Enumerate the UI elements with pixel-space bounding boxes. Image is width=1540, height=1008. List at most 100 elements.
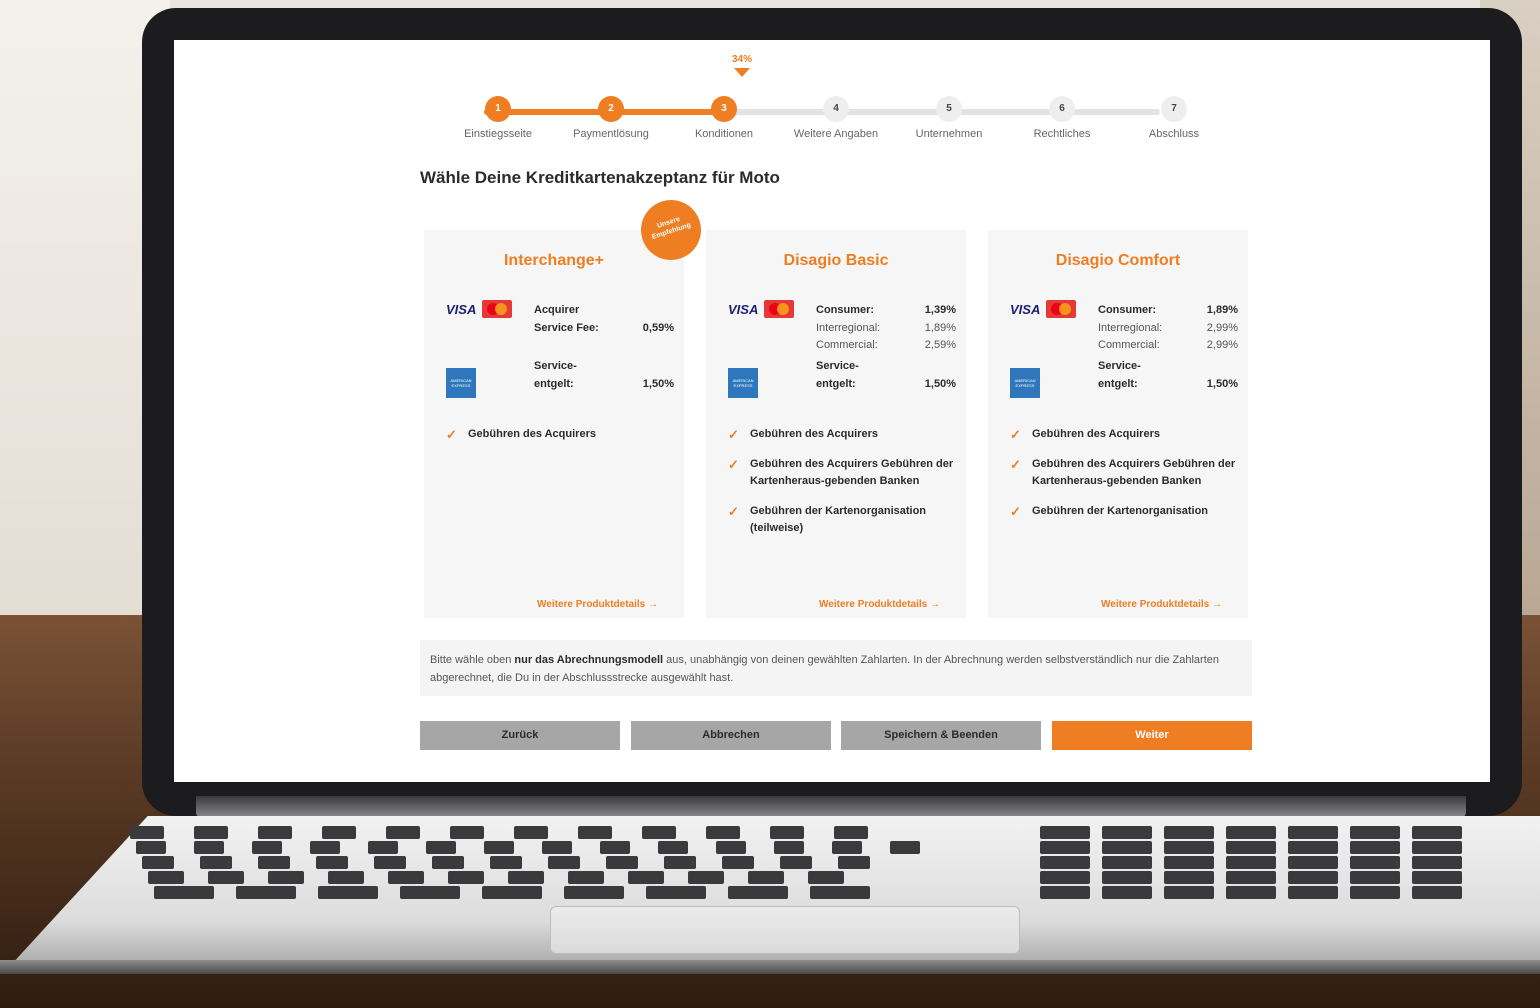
step-dot: 7 — [1161, 96, 1187, 122]
keyboard-key — [1288, 841, 1338, 854]
plan-card-interchange[interactable]: Unsere Empfehlung Interchange+ VISA Acqu… — [424, 192, 709, 618]
keyboard-key — [482, 886, 542, 899]
keyboard-key — [1102, 856, 1152, 869]
keyboard-key — [514, 826, 548, 839]
card-title: Disagio Basic — [783, 252, 889, 269]
step-6[interactable]: 6 Rechtliches — [1007, 96, 1117, 140]
fee-label: Consumer: — [816, 304, 875, 316]
fee-label: Service Fee: — [534, 321, 599, 334]
step-4[interactable]: 4 Weitere Angaben — [781, 96, 891, 140]
laptop-base-edge — [0, 960, 1540, 974]
fee-label: Service- — [534, 360, 577, 372]
check-icon: ✓ — [1010, 503, 1021, 519]
fee-label: Commercial: — [1098, 339, 1160, 351]
cancel-button[interactable]: Abbrechen — [631, 721, 831, 750]
feature-text: Gebühren des Acquirers — [750, 428, 878, 440]
keyboard-key — [1412, 841, 1462, 854]
save-and-exit-button[interactable]: Speichern & Beenden — [841, 721, 1041, 750]
mastercard-logo-icon — [764, 300, 794, 318]
keyboard-key — [1226, 841, 1276, 854]
keyboard — [130, 826, 1020, 902]
keyboard-key — [658, 841, 688, 854]
amex-logo-icon: AMERICAN EXPRESS — [1010, 368, 1040, 398]
step-1[interactable]: 1 Einstiegsseite — [443, 96, 553, 140]
keyboard-key — [328, 871, 364, 884]
mastercard-logo-icon — [482, 300, 512, 318]
keyboard-key — [1350, 886, 1400, 899]
keyboard-key — [130, 826, 164, 839]
step-dot: 4 — [823, 96, 849, 122]
keyboard-key — [890, 841, 920, 854]
keyboard-key — [1164, 886, 1214, 899]
keyboard-key — [1102, 886, 1152, 899]
fee-label: Commercial: — [816, 339, 878, 351]
feature-item: ✓ Gebühren der Kartenorganisation (teilwe… — [728, 503, 958, 538]
keyboard-key — [1412, 856, 1462, 869]
check-icon: ✓ — [728, 456, 739, 472]
keyboard-key — [642, 826, 676, 839]
visa-logo-icon: VISA — [728, 302, 759, 317]
keyboard-key — [606, 856, 638, 869]
keyboard-key — [716, 841, 746, 854]
keyboard-key — [400, 886, 460, 899]
next-button[interactable]: Weiter — [1052, 721, 1252, 750]
keyboard-key — [688, 871, 724, 884]
laptop-hinge — [196, 796, 1466, 818]
feature-list: ✓ Gebühren des Acquirers ✓ Gebühren des Ac… — [728, 426, 958, 550]
plan-card-disagio-comfort[interactable]: Disagio Comfort VISA Consumer: 1,89% Inte… — [988, 230, 1248, 618]
product-details-link[interactable]: Weitere Produktdetails → — [819, 599, 940, 610]
keyboard-key — [1226, 886, 1276, 899]
check-icon: ✓ — [1010, 456, 1021, 472]
feature-item: ✓ Gebühren des Acquirers Gebühren der Kar… — [728, 456, 958, 491]
fee-label: Service- — [1098, 360, 1141, 372]
feature-list: ✓ Gebühren des Acquirers — [446, 426, 676, 456]
keyboard-key — [564, 886, 624, 899]
back-button[interactable]: Zurück — [420, 721, 620, 750]
keyboard-key — [448, 871, 484, 884]
numpad — [1040, 826, 1480, 902]
keyboard-key — [208, 871, 244, 884]
step-5[interactable]: 5 Unternehmen — [894, 96, 1004, 140]
keyboard-key — [1412, 886, 1462, 899]
step-3[interactable]: 3 Konditionen — [669, 96, 779, 140]
keyboard-key — [1350, 826, 1400, 839]
step-dot: 2 — [598, 96, 624, 122]
card-title: Interchange+ — [503, 252, 605, 269]
keyboard-key — [194, 826, 228, 839]
fee-label: Acquirer — [534, 304, 580, 316]
fee-label: entgelt: — [1098, 377, 1138, 390]
plan-card-disagio-basic[interactable]: Disagio Basic VISA Consumer: 1,39% Interr… — [706, 230, 966, 618]
card-fees: Consumer: 1,39% Interregional: 1,89% Comme… — [816, 302, 956, 355]
keyboard-key — [426, 841, 456, 854]
keyboard-key — [1412, 826, 1462, 839]
check-icon: ✓ — [728, 427, 739, 442]
feature-text: Gebühren der Kartenorganisation (teilwei… — [750, 504, 927, 535]
product-details-link[interactable]: Weitere Produktdetails → — [537, 599, 658, 610]
keyboard-key — [728, 886, 788, 899]
keyboard-key — [142, 856, 174, 869]
keyboard-key — [1288, 856, 1338, 869]
keyboard-key — [490, 856, 522, 869]
visa-logo-icon: VISA — [1010, 302, 1041, 317]
keyboard-key — [548, 856, 580, 869]
step-2[interactable]: 2 Paymentlösung — [556, 96, 666, 140]
product-details-link[interactable]: Weitere Produktdetails → — [1101, 599, 1222, 610]
page-title: Wähle Deine Kreditkartenakzeptanz für Mo… — [420, 168, 780, 187]
fee-value: 2,59% — [924, 339, 956, 351]
touchpad — [550, 906, 1020, 954]
feature-item: ✓ Gebühren der Kartenorganisation — [1010, 503, 1240, 521]
feature-text: Gebühren der Kartenorganisation — [1032, 504, 1209, 517]
keyboard-key — [316, 856, 348, 869]
keyboard-key — [322, 826, 356, 839]
progress-percent: 34% — [731, 54, 752, 65]
amex-fees: Service- entgelt: 1,50% — [534, 358, 674, 393]
keyboard-key — [318, 886, 378, 899]
step-dot: 3 — [711, 96, 737, 122]
keyboard-key — [154, 886, 214, 899]
mastercard-logo-icon — [1046, 300, 1076, 318]
keyboard-key — [200, 856, 232, 869]
keyboard-key — [388, 871, 424, 884]
step-dot: 5 — [936, 96, 962, 122]
step-7[interactable]: 7 Abschluss — [1119, 96, 1229, 140]
keyboard-key — [542, 841, 572, 854]
